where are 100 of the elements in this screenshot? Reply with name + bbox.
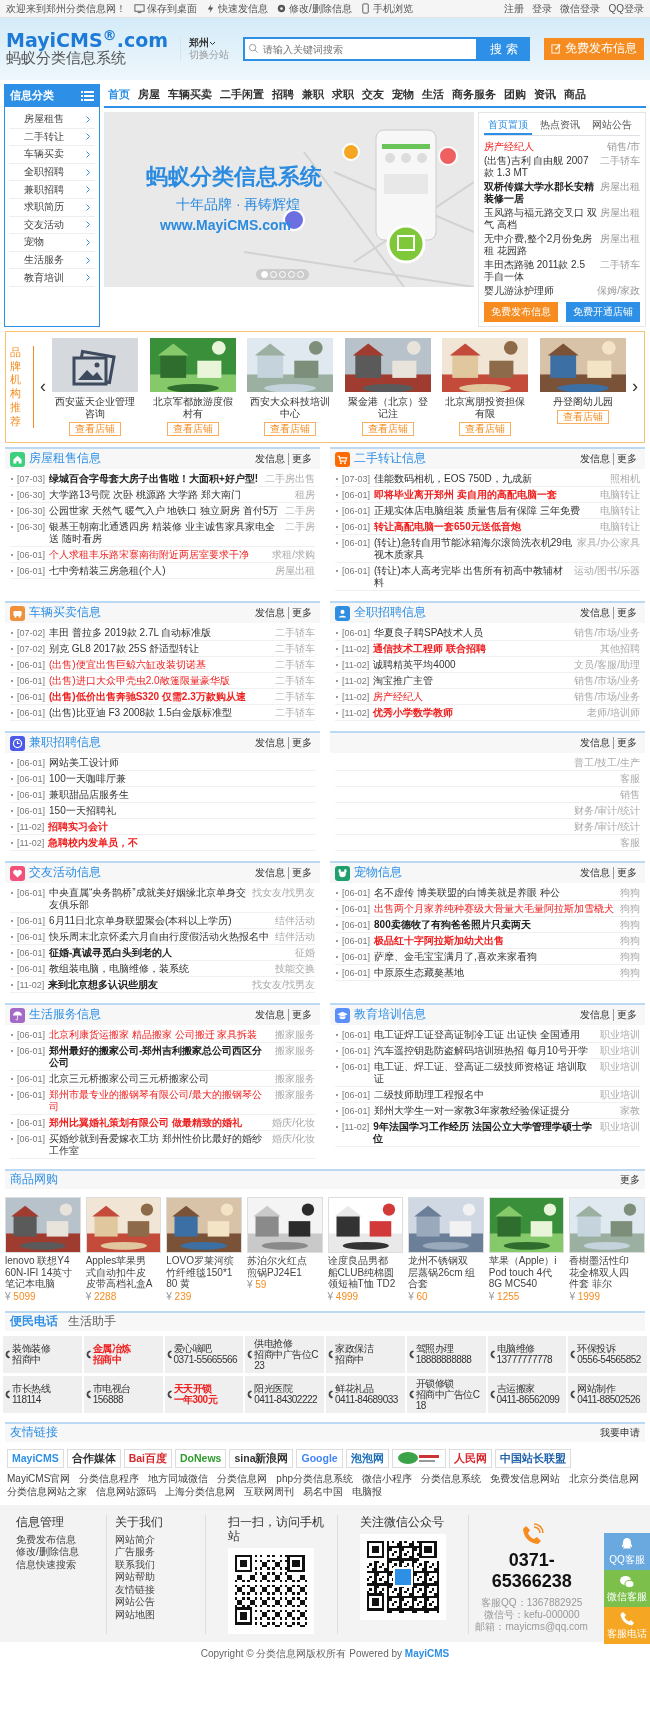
listing-link[interactable]: (出售)比亚迪 F3 2008款 1.5白金版标准型 (49, 706, 271, 719)
nav-tab[interactable]: 兼职 (298, 85, 328, 105)
partner-logo[interactable] (391, 1448, 446, 1468)
nav-tab[interactable]: 招聘 (268, 85, 298, 105)
partner-logo[interactable]: Google (296, 1448, 343, 1468)
listing-link[interactable]: 北京利康货运搬家 精品搬家 公司搬迁 家具拆装 (49, 1028, 271, 1041)
listing-link[interactable]: 即将毕业离开郑州 卖自用的高配电脑一套 (374, 488, 596, 501)
section-action-link[interactable]: 发信息 (577, 607, 613, 619)
section-action-link[interactable]: 发信息 (577, 453, 613, 465)
section-action-link[interactable]: 更多 (613, 737, 640, 749)
section-action-link[interactable]: 发信息 (252, 453, 288, 465)
section-action-link[interactable]: 更多 (288, 453, 315, 465)
search-field[interactable]: 请输入关键词搜索 (243, 37, 479, 61)
friend-link[interactable]: 信息网站源码 (96, 1485, 156, 1498)
listing-link[interactable]: 大学路13号院 次卧 桃源路 大学路 郑大南门 (49, 488, 291, 501)
listing-link[interactable]: 萨摩、金毛宝宝满月了,喜欢来家看狗 (374, 950, 616, 963)
nav-tab[interactable]: 资讯 (530, 85, 560, 105)
notice-link[interactable]: 房产经纪人 (484, 141, 605, 153)
section-action-link[interactable]: 发信息 (252, 1009, 288, 1021)
nav-tab[interactable]: 商品 (560, 85, 590, 105)
partner-logo[interactable]: sina新浪网 (229, 1448, 294, 1468)
nav-tab[interactable]: 车辆买卖 (164, 85, 216, 105)
section-action-link[interactable]: 更多 (288, 867, 315, 879)
notice-tab[interactable]: 热点资讯 (536, 117, 584, 135)
listing-link[interactable]: 电工证、焊工证、登高证二级技师资格证 培训取证 (374, 1060, 596, 1085)
listing-link[interactable]: 汽车遥控钥匙防盗解码培训班热招 每月10号开学 (374, 1044, 596, 1057)
section-action-link[interactable]: 更多 (613, 867, 640, 879)
city-selector[interactable]: 郑州 (189, 37, 230, 49)
nav-tab[interactable]: 商务服务 (448, 85, 500, 105)
notice-link[interactable]: 婴儿游泳护理师 (484, 285, 595, 297)
friend-link[interactable]: 分类信息程序 (79, 1472, 140, 1485)
slider-dot[interactable] (297, 271, 304, 278)
friend-link[interactable]: 电脑报 (352, 1485, 382, 1498)
topbar-link[interactable]: 保存到桌面 (134, 2, 197, 15)
listing-link[interactable]: (转让)本人高考完毕 出售所有初高中教辅材料 (374, 564, 571, 589)
section-action-link[interactable]: 发信息 (252, 607, 288, 619)
nav-tab[interactable]: 交友 (358, 85, 388, 105)
sidebar-item[interactable]: 二手转让 (24, 130, 64, 143)
product-link[interactable]: 苏泊尔火红点煎锅PJ24E1 (246, 1255, 323, 1278)
listing-link[interactable]: 丰田 普拉多 2019款 2.7L 自动标准版 (49, 626, 271, 639)
listing-link[interactable]: 招聘实习会计 (48, 820, 315, 833)
topbar-link[interactable]: 注册 (504, 2, 525, 15)
listing-link[interactable]: (出售)便宜出售巨鲸六缸改装切诺基 (49, 658, 271, 671)
listing-link[interactable]: 绿城百合字母套大房子出售啦！大面积+好户型! (49, 472, 261, 485)
listing-link[interactable]: 二级技师助理工程报名中 (374, 1088, 596, 1101)
friend-link[interactable]: 上海分类信息网 (165, 1485, 235, 1498)
nav-tab[interactable]: 房屋 (134, 85, 164, 105)
footer-link[interactable]: 网站帮助 (114, 1571, 197, 1584)
product-link[interactable]: lenovo 联想Y460N-IFI 14英寸笔记本电脑 (5, 1255, 81, 1290)
listing-link[interactable]: (出售)低价出售奔驰S320 仅需2.3万款购从速 (49, 690, 271, 703)
listing-link[interactable]: 郑州大学生一对一家教3年家教经验保证提分 (374, 1104, 616, 1117)
listing-link[interactable]: 正规实体店电脑组装 质量售后有保障 三年免费 (374, 504, 596, 517)
product-link[interactable]: LOVO罗莱河缤竹纤维毯150*180 黄 (166, 1255, 242, 1290)
friend-link[interactable]: 北京分类信息网 (569, 1472, 640, 1485)
product-link[interactable]: 诠度良品男都船CLUB纯棉圆领短袖T恤 TD2 (327, 1255, 404, 1290)
listing-link[interactable]: 佳能数码相机，EOS 750D，九成新 (374, 472, 606, 485)
slider-dot[interactable] (279, 271, 286, 278)
sidebar-item[interactable]: 兼职招聘 (24, 183, 64, 196)
topbar-link[interactable]: 快速发信息 (205, 2, 268, 15)
footer-link[interactable]: 广告服务 (114, 1546, 197, 1559)
notice-tab[interactable]: 网站公告 (588, 117, 636, 135)
section-action-link[interactable]: 发信息 (577, 867, 613, 879)
footer-link[interactable]: 免费发布信息 (16, 1533, 98, 1547)
partner-logo[interactable]: DoNews (175, 1448, 227, 1468)
notice-link[interactable]: (出售)吉利 自由舰 2007款 1.3 MT (484, 155, 597, 179)
footer-link[interactable]: 网站简介 (114, 1533, 197, 1547)
listing-link[interactable]: 100一天咖啡厅兼 (49, 772, 315, 785)
powered-by-link[interactable]: MayiCMS (404, 1648, 450, 1660)
listing-link[interactable]: 极品红十字阿拉斯加幼犬出售 (374, 934, 616, 947)
friend-link[interactable]: 互联网周刊 (244, 1485, 294, 1498)
listing-link[interactable]: 快乐周末北京怀柔六月自由行度假活动火热报名中 (49, 930, 271, 943)
listing-link[interactable]: (转让)急转自用节能冰箱海尔滚筒洗衣机29电视木质家具 (374, 536, 574, 561)
sidebar-item[interactable]: 车辆买卖 (24, 148, 64, 161)
partner-logo[interactable]: 合作媒体 (66, 1448, 121, 1468)
listing-link[interactable]: 电工证焊工证登高证制冷工证 出证快 全国通用 (374, 1028, 596, 1041)
listing-link[interactable]: 诚聘精英平均4000 (373, 658, 571, 671)
partner-logo[interactable]: 人民网 (448, 1448, 492, 1468)
listing-link[interactable]: 北京三元桥搬家公司三元桥搬家公司 (49, 1072, 271, 1085)
footer-link[interactable]: 信息快速搜索 (16, 1558, 98, 1572)
apply-link[interactable]: 我要申请 (600, 1426, 640, 1439)
listing-link[interactable]: 名不虚传 博美联盟的白博美就是养眼 种公 (374, 886, 616, 899)
nav-tab[interactable]: 求职 (328, 85, 358, 105)
friend-link[interactable]: 分类信息网 (217, 1472, 268, 1485)
section-action-link[interactable]: 发信息 (577, 1009, 613, 1021)
sidebar-item[interactable]: 全职招聘 (24, 166, 64, 179)
nav-tab[interactable]: 团购 (500, 85, 530, 105)
sidebar-item[interactable]: 教育培训 (24, 271, 64, 284)
sidebar-item[interactable]: 宠物 (24, 236, 44, 249)
listing-link[interactable]: 淘宝推广主管 (373, 674, 571, 687)
section-action-link[interactable]: 更多 (288, 607, 315, 619)
partner-logo[interactable]: 泡泡网 (345, 1448, 389, 1468)
notice-link[interactable]: 玉凤路与福元路交叉口 双气 高档 (484, 207, 597, 231)
listing-link[interactable]: 6月11日北京单身联盟聚会(本科以上学历) (49, 914, 271, 927)
topbar-link[interactable]: 修改/删除信息 (276, 2, 352, 15)
section-action-link[interactable]: 更多 (613, 453, 640, 465)
listing-link[interactable]: 华夏良子聘SPA技术人员 (374, 626, 571, 639)
listing-link[interactable]: 150一天招聘礼 (49, 804, 315, 817)
listing-link[interactable]: 买婚纱就到吾爱嫁衣工坊 郑州性价比最好的婚纱工作室 (49, 1132, 269, 1157)
listing-link[interactable]: 中原原生态藏獒基地 (374, 966, 616, 979)
friend-link[interactable]: 易名中国 (303, 1485, 343, 1498)
